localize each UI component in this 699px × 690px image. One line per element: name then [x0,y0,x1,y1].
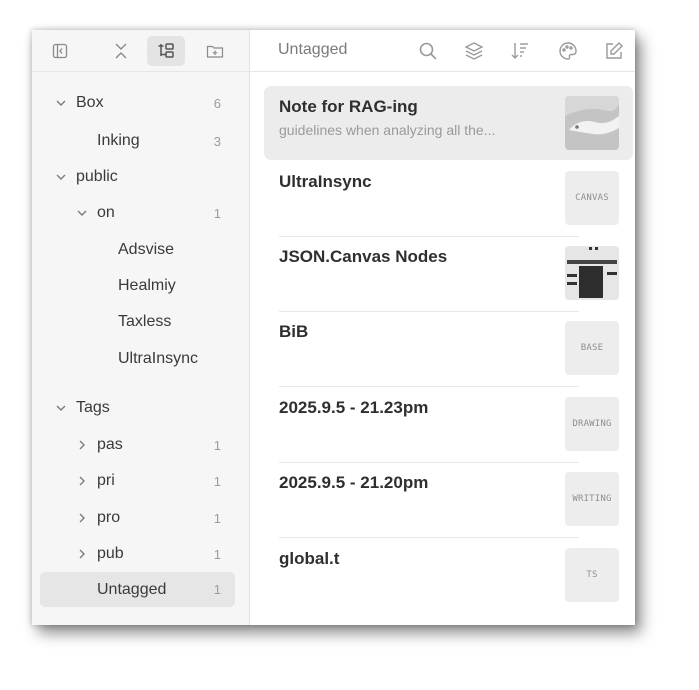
note-type-label: DRAWING [572,419,612,429]
note-title: JSON.Canvas Nodes [279,247,448,266]
tree-item-label: UltraInsync [118,350,199,367]
tree-item-count: 3 [213,133,221,149]
collapse-sidebar-button[interactable] [41,36,79,66]
tree-item-count: 1 [213,546,221,562]
tree-item-count: 6 [213,95,221,111]
layers-icon[interactable] [462,39,486,63]
tree-item-inking[interactable]: Inking 3 [40,126,235,156]
note-item[interactable]: global.t TS [264,538,633,612]
notes-toolbar: Untagged [250,30,635,72]
note-thumbnail: WRITING [565,472,619,526]
tree-item-tag-pri[interactable]: pri 1 [40,466,235,496]
note-item[interactable]: BiB BASE [264,311,633,385]
chevron-down-icon[interactable] [75,206,89,220]
notes-pane-title: Untagged [278,41,348,58]
note-title: UltraInsync [279,172,372,191]
notes-pane: Untagged Note for RAG-ing guidelines whe… [250,30,635,625]
tree-item-label: pro [97,509,121,526]
app-window: Box 6 Inking 3 public on 1 Adsvise Healm… [32,30,635,625]
new-folder-icon [206,45,224,58]
tree-item-ultrainsync[interactable]: UltraInsync [40,344,235,374]
note-item[interactable]: UltraInsync CANVAS [264,161,633,235]
search-icon[interactable] [416,39,440,63]
tree-item-count: 1 [213,510,221,526]
chevron-down-icon[interactable] [54,401,68,415]
hierarchy-icon [158,43,174,58]
note-item[interactable]: Note for RAG-ing guidelines when analyzi… [264,86,633,160]
tree-item-label: public [76,168,118,185]
note-thumbnail [565,246,619,300]
tree-item-label: Taxless [118,313,172,330]
note-item[interactable]: JSON.Canvas Nodes [264,236,633,310]
tree-item-tags[interactable]: Tags [40,393,235,423]
new-folder-button[interactable] [196,36,234,66]
chevron-right-icon[interactable] [75,511,89,525]
chevron-right-icon[interactable] [75,547,89,561]
tree-item-label: Healmiy [118,277,176,294]
note-type-label: CANVAS [575,193,609,203]
tree-item-public[interactable]: public [40,162,235,192]
tree-item-healmiy[interactable]: Healmiy [40,271,235,301]
tree-item-count: 1 [213,582,221,597]
chevron-right-icon[interactable] [75,474,89,488]
note-thumbnail: DRAWING [565,397,619,451]
tree-item-box[interactable]: Box 6 [40,88,235,118]
tree-item-tag-pas[interactable]: pas 1 [40,430,235,460]
tree-item-count: 1 [213,473,221,489]
palette-icon[interactable] [556,39,580,63]
edit-icon[interactable] [602,39,626,63]
tree-item-label: on [97,204,115,221]
canvas-nodes-image-icon [565,246,619,300]
sidebar: Box 6 Inking 3 public on 1 Adsvise Healm… [32,30,250,625]
chevron-down-icon[interactable] [54,96,68,110]
chevron-down-icon[interactable] [54,170,68,184]
tree-item-count: 1 [213,437,221,453]
note-title: Note for RAG-ing [279,97,418,116]
tree-item-adsvise[interactable]: Adsvise [40,235,235,265]
note-type-label: BASE [580,343,604,353]
note-thumbnail: CANVAS [565,171,619,225]
note-thumbnail: BASE [565,321,619,375]
tree-item-label: pub [97,545,124,562]
note-title: BiB [279,322,309,341]
note-thumbnail [565,96,619,150]
sidebar-toolbar [32,30,249,72]
tree-item-label: Box [76,94,104,111]
tree-item-label: Untagged [97,580,167,598]
tree-item-count: 1 [213,205,221,221]
collapse-all-icon [115,43,127,59]
note-thumbnail: TS [565,548,619,602]
note-item[interactable]: 2025.9.5 - 21.20pm WRITING [264,462,633,536]
note-preview: guidelines when analyzing all the... [279,122,496,138]
tree-item-tag-pro[interactable]: pro 1 [40,503,235,533]
tree-item-on[interactable]: on 1 [40,198,235,228]
note-title: 2025.9.5 - 21.23pm [279,398,429,417]
note-title: 2025.9.5 - 21.20pm [279,473,429,492]
note-item[interactable]: 2025.9.5 - 21.23pm DRAWING [264,387,633,461]
tree-item-tag-pub[interactable]: pub 1 [40,539,235,569]
sort-icon[interactable] [508,39,532,63]
tree-item-label: pas [97,436,123,453]
tree-item-label: Adsvise [118,241,175,258]
bird-image-icon [565,96,619,150]
tree-item-label: Inking [97,132,140,149]
collapse-all-button[interactable] [102,36,140,66]
chevron-right-icon[interactable] [75,438,89,452]
note-type-label: WRITING [572,494,612,504]
tree-item-label: Tags [76,399,110,416]
collapse-sidebar-icon [52,43,68,59]
hierarchy-button[interactable] [147,36,185,66]
tree-item-taxless[interactable]: Taxless [40,307,235,337]
tree-item-label: pri [97,472,115,489]
note-title: global.t [279,549,340,568]
note-type-label: TS [586,570,598,580]
tree-item-untagged[interactable]: Untagged 1 [40,572,235,607]
